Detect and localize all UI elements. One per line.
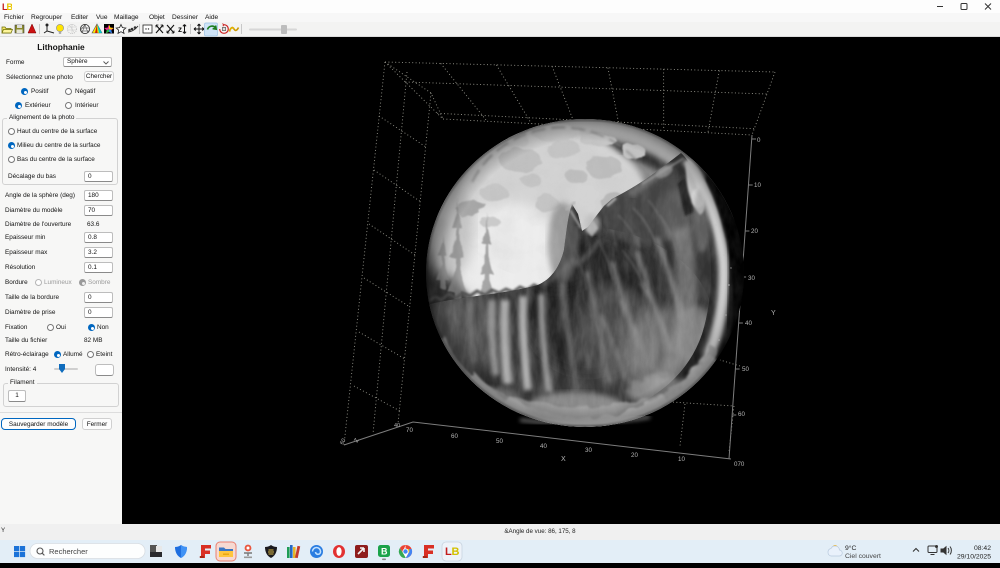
svg-text:070: 070 xyxy=(734,461,745,468)
svg-text:B: B xyxy=(381,547,388,557)
svg-text:z: z xyxy=(178,25,182,34)
svg-text:30: 30 xyxy=(585,447,592,454)
svg-text:30: 30 xyxy=(748,275,755,282)
svg-text:10: 10 xyxy=(754,182,761,189)
svg-text:40: 40 xyxy=(540,443,547,450)
svg-text:50: 50 xyxy=(742,366,749,373)
svg-text:B: B xyxy=(7,2,13,12)
svg-text:X: X xyxy=(561,456,566,463)
svg-text:60: 60 xyxy=(451,433,458,440)
svg-text:08:42: 08:42 xyxy=(974,545,991,552)
svg-text:20: 20 xyxy=(631,452,638,459)
svg-text:20: 20 xyxy=(751,228,758,235)
svg-text:50: 50 xyxy=(496,438,503,445)
svg-text:10: 10 xyxy=(678,456,685,463)
svg-text:9°C: 9°C xyxy=(845,544,856,552)
svg-text:40: 40 xyxy=(745,320,752,327)
svg-text:70: 70 xyxy=(406,427,413,434)
svg-text:Z: Z xyxy=(354,437,361,443)
svg-text:29/10/2025: 29/10/2025 xyxy=(957,554,991,561)
svg-text:B: B xyxy=(452,546,460,558)
svg-text:Rechercher: Rechercher xyxy=(49,547,88,556)
svg-text:40: 40 xyxy=(394,423,400,429)
svg-text:60: 60 xyxy=(738,411,745,418)
svg-text:Y: Y xyxy=(771,310,776,317)
svg-text:Ciel couvert: Ciel couvert xyxy=(845,553,881,560)
svg-text:0: 0 xyxy=(757,137,761,144)
